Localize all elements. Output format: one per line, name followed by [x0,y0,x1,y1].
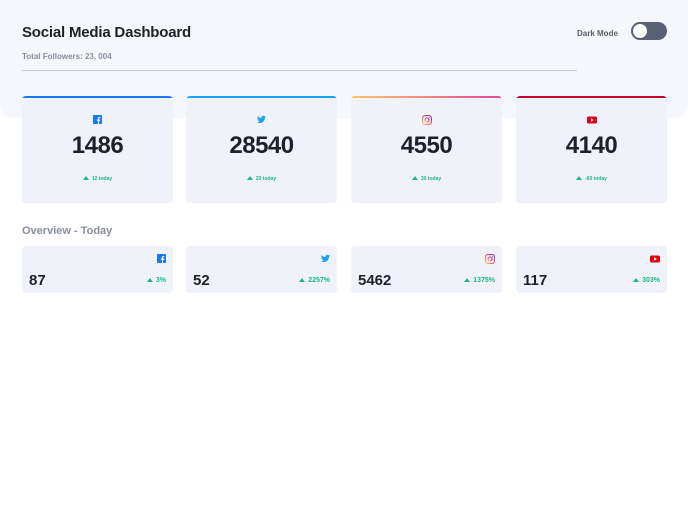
follower-count: 1486 [71,132,124,159]
up-arrow-icon [411,176,418,180]
overview-count: 5462 [358,272,392,289]
today-change: -00 today [516,176,667,182]
header-divider [22,70,577,71]
card-accent-bar [186,96,337,98]
overview-percent: 2257% [299,277,330,284]
instagram-icon [485,254,495,264]
overview-title: Overview - Today [22,225,113,237]
overview-percent: 303% [633,277,660,284]
youtube-followers-card[interactable]: 4140 -00 today [516,96,667,203]
facebook-icon [93,115,102,124]
twitter-followers-card[interactable]: 28540 20 today [186,96,337,203]
toggle-knob [633,24,647,38]
instagram-followers-card[interactable]: 4550 30 today [351,96,502,203]
follower-count: 28540 [229,132,294,159]
up-arrow-icon [299,278,306,282]
up-arrow-icon [576,176,583,180]
youtube-overview-card[interactable]: 117 303% [516,246,667,293]
youtube-icon [586,116,597,124]
today-change: 30 today [351,176,502,182]
twitter-icon [257,115,266,124]
dark-mode-label: Dark Mode [577,29,618,38]
twitter-icon [321,254,330,263]
follower-count: 4550 [400,132,453,159]
overview-percent: 3% [146,277,166,284]
overview-count: 117 [523,272,548,289]
follower-count: 4140 [565,132,618,159]
overview-count: 52 [193,272,210,289]
up-arrow-icon [82,176,89,180]
total-followers: Total Followers: 23, 004 [22,52,112,61]
up-arrow-icon [246,176,253,180]
up-arrow-icon [146,278,153,282]
today-change: 20 today [186,176,337,182]
up-arrow-icon [464,278,471,282]
instagram-overview-card[interactable]: 5462 1375% [351,246,502,293]
facebook-overview-card[interactable]: 87 3% [22,246,173,293]
overview-count: 87 [29,272,46,289]
dark-mode-toggle[interactable] [631,22,667,40]
twitter-overview-card[interactable]: 52 2257% [186,246,337,293]
facebook-followers-card[interactable]: 1486 12 today [22,96,173,203]
today-change: 12 today [22,176,173,182]
card-accent-bar [22,96,173,98]
facebook-icon [157,254,166,263]
up-arrow-icon [633,278,640,282]
overview-percent: 1375% [464,277,495,284]
card-accent-bar [351,96,502,98]
header: Social Media Dashboard Total Followers: … [22,24,667,61]
youtube-icon [650,255,660,263]
page-title: Social Media Dashboard [22,24,191,41]
instagram-icon [421,115,432,125]
card-accent-bar [516,96,667,98]
